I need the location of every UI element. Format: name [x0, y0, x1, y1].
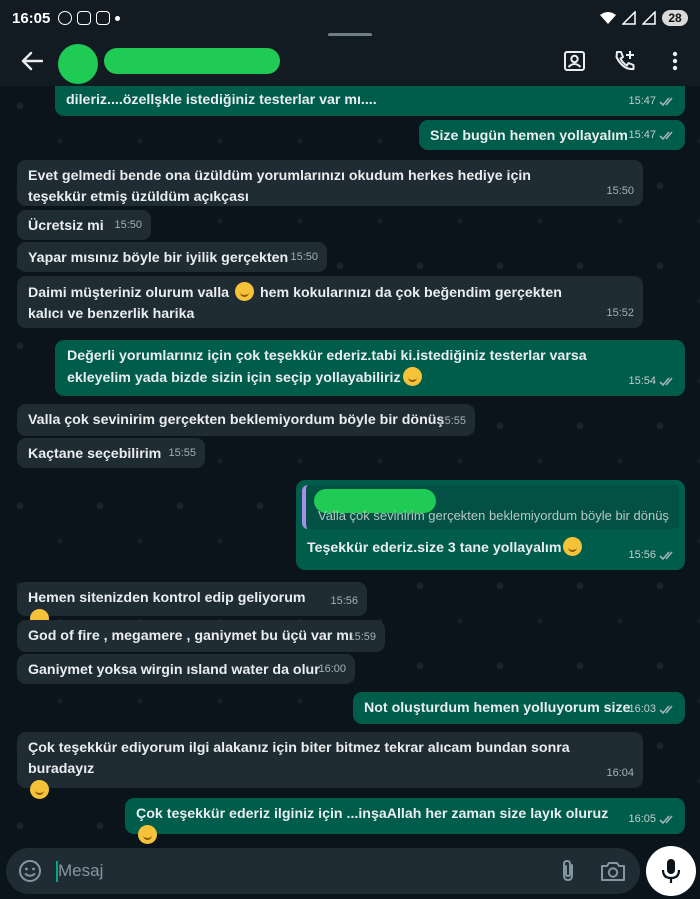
smiling-emoji-icon: [30, 780, 49, 799]
message-in[interactable]: Ganiymet yoksa wirgin ısland water da ol…: [17, 654, 355, 684]
contact-name-redacted[interactable]: [104, 48, 280, 74]
smiling-emoji-icon: [563, 537, 583, 556]
status-bar: 16:05 28: [0, 0, 700, 36]
add-call-button[interactable]: [610, 46, 640, 76]
message-time: 16:04: [606, 767, 634, 779]
wifi-icon: [600, 12, 616, 24]
message-time: 15:50: [114, 219, 142, 231]
message-text: Ücretsiz mi: [28, 218, 104, 234]
message-out[interactable]: Not oluşturdum hemen yolluyorum size 16:…: [353, 692, 685, 724]
double-check-icon: [659, 814, 673, 824]
battery-level: 28: [662, 10, 688, 26]
message-time: 15:50: [290, 251, 318, 263]
message-time: 15:50: [606, 185, 634, 197]
message-composer: Mesaj: [0, 844, 700, 899]
message-in[interactable]: Hemen sitenizden kontrol edip geliyorum …: [17, 582, 367, 628]
microphone-icon: [661, 859, 681, 883]
message-in[interactable]: Valla çok sevinirim gerçekten beklemiyor…: [17, 404, 475, 436]
double-check-icon: [659, 130, 673, 140]
signal-icon: [622, 11, 636, 25]
back-arrow-icon: [21, 51, 43, 71]
message-out[interactable]: Çok teşekkür ederiz ilginiz için ...inşa…: [125, 798, 685, 844]
message-out[interactable]: dileriz....özellşkle istediğiniz testerl…: [55, 86, 685, 116]
message-time: 15:56: [628, 549, 656, 561]
camera-icon[interactable]: [600, 859, 626, 883]
smiling-emoji-icon: [402, 367, 422, 386]
status-time: 16:05: [12, 9, 51, 27]
message-time: 15:47: [628, 95, 656, 107]
more-notifications-dot-icon: [115, 15, 121, 21]
message-in[interactable]: God of fire , megamere , ganiymet bu üçü…: [17, 620, 385, 652]
back-button[interactable]: [8, 36, 56, 86]
chat-header: [0, 36, 700, 86]
more-vertical-icon: [672, 51, 678, 71]
message-time: 16:05: [628, 813, 656, 825]
message-out-reply[interactable]: Valla çok sevinirim gerçekten beklemiyor…: [296, 480, 685, 570]
message-text: Çok teşekkür ederiz ilginiz için ...inşa…: [136, 806, 609, 822]
message-out[interactable]: Değerli yorumlarınız için çok teşekkür e…: [55, 340, 685, 396]
message-time: 15:52: [606, 307, 634, 319]
phone-plus-icon: [615, 51, 635, 71]
message-in[interactable]: Kaçtane seçebilirim 15:55: [17, 438, 205, 468]
message-in[interactable]: Daimi müşteriniz olurum valla hem kokula…: [17, 276, 643, 328]
quoted-message-text: Valla çok sevinirim gerçekten beklemiyor…: [318, 508, 669, 523]
message-input-placeholder[interactable]: Mesaj: [58, 861, 103, 881]
chat-messages-area[interactable]: dileriz....özellşkle istediğiniz testerl…: [0, 86, 700, 844]
message-text: Teşekkür ederiz.size 3 tane yollayalım: [307, 540, 562, 556]
instagram-notification-icon: [77, 11, 92, 25]
message-time: 15:47: [628, 129, 656, 141]
message-time: 15:56: [330, 595, 358, 607]
message-time: 15:55: [438, 415, 466, 427]
voice-message-button[interactable]: [646, 846, 696, 896]
message-text: Evet gelmedi bende ona üzüldüm yorumları…: [28, 168, 531, 205]
message-text: Size bugün hemen yollayalım: [430, 128, 628, 144]
message-text-part1: Daimi müşteriniz olurum valla: [28, 285, 230, 301]
double-check-icon: [659, 550, 673, 560]
more-options-button[interactable]: [660, 46, 690, 76]
message-in[interactable]: Ücretsiz mi 15:50: [17, 210, 151, 240]
message-text: Hemen sitenizden kontrol edip geliyorum: [28, 590, 306, 606]
message-out[interactable]: Size bugün hemen yollayalım 15:47: [419, 120, 685, 150]
quoted-message[interactable]: Valla çok sevinirim gerçekten beklemiyor…: [302, 485, 679, 529]
signal-icon-2: [642, 11, 656, 25]
double-check-icon: [659, 704, 673, 714]
double-check-icon: [659, 376, 673, 386]
message-time: 16:00: [318, 663, 346, 675]
message-text: Çok teşekkür ediyorum ilgi alakanız için…: [28, 740, 570, 777]
message-time: 15:59: [348, 631, 376, 643]
message-text: Yapar mısınız böyle bir iyilik gerçekten: [28, 250, 289, 266]
message-in[interactable]: Yapar mısınız böyle bir iyilik gerçekten…: [17, 242, 327, 272]
contact-card-button[interactable]: [560, 46, 590, 76]
contact-avatar-redacted[interactable]: [58, 44, 98, 84]
smiling-emoji-icon: [138, 825, 157, 844]
message-time: 15:54: [628, 375, 656, 387]
attach-icon[interactable]: [556, 859, 580, 883]
message-text: Not oluşturdum hemen yolluyorum size: [364, 700, 631, 716]
message-text: Değerli yorumlarınız için çok teşekkür e…: [67, 348, 587, 386]
double-check-icon: [659, 96, 673, 106]
message-in[interactable]: Evet gelmedi bende ona üzüldüm yorumları…: [17, 160, 643, 206]
contact-card-icon: [564, 51, 585, 71]
message-text: Kaçtane seçebilirim: [28, 446, 162, 462]
emoji-sticker-icon[interactable]: [18, 859, 42, 883]
message-text: God of fire , megamere , ganiymet bu üçü…: [28, 628, 353, 644]
message-in[interactable]: Çok teşekkür ediyorum ilgi alakanız için…: [17, 732, 643, 799]
message-text: Valla çok sevinirim gerçekten beklemiyor…: [28, 412, 445, 428]
whatsapp-notification-icon: [58, 11, 73, 25]
screenshot-notification-icon: [96, 11, 111, 25]
message-time: 16:03: [628, 703, 656, 715]
message-text: Ganiymet yoksa wirgin ısland water da ol…: [28, 662, 320, 678]
message-input-box[interactable]: Mesaj: [6, 848, 640, 894]
grinning-sweat-emoji-icon: [235, 282, 254, 301]
message-time: 15:55: [168, 447, 196, 459]
message-text: dileriz....özellşkle istediğiniz testerl…: [66, 92, 377, 108]
